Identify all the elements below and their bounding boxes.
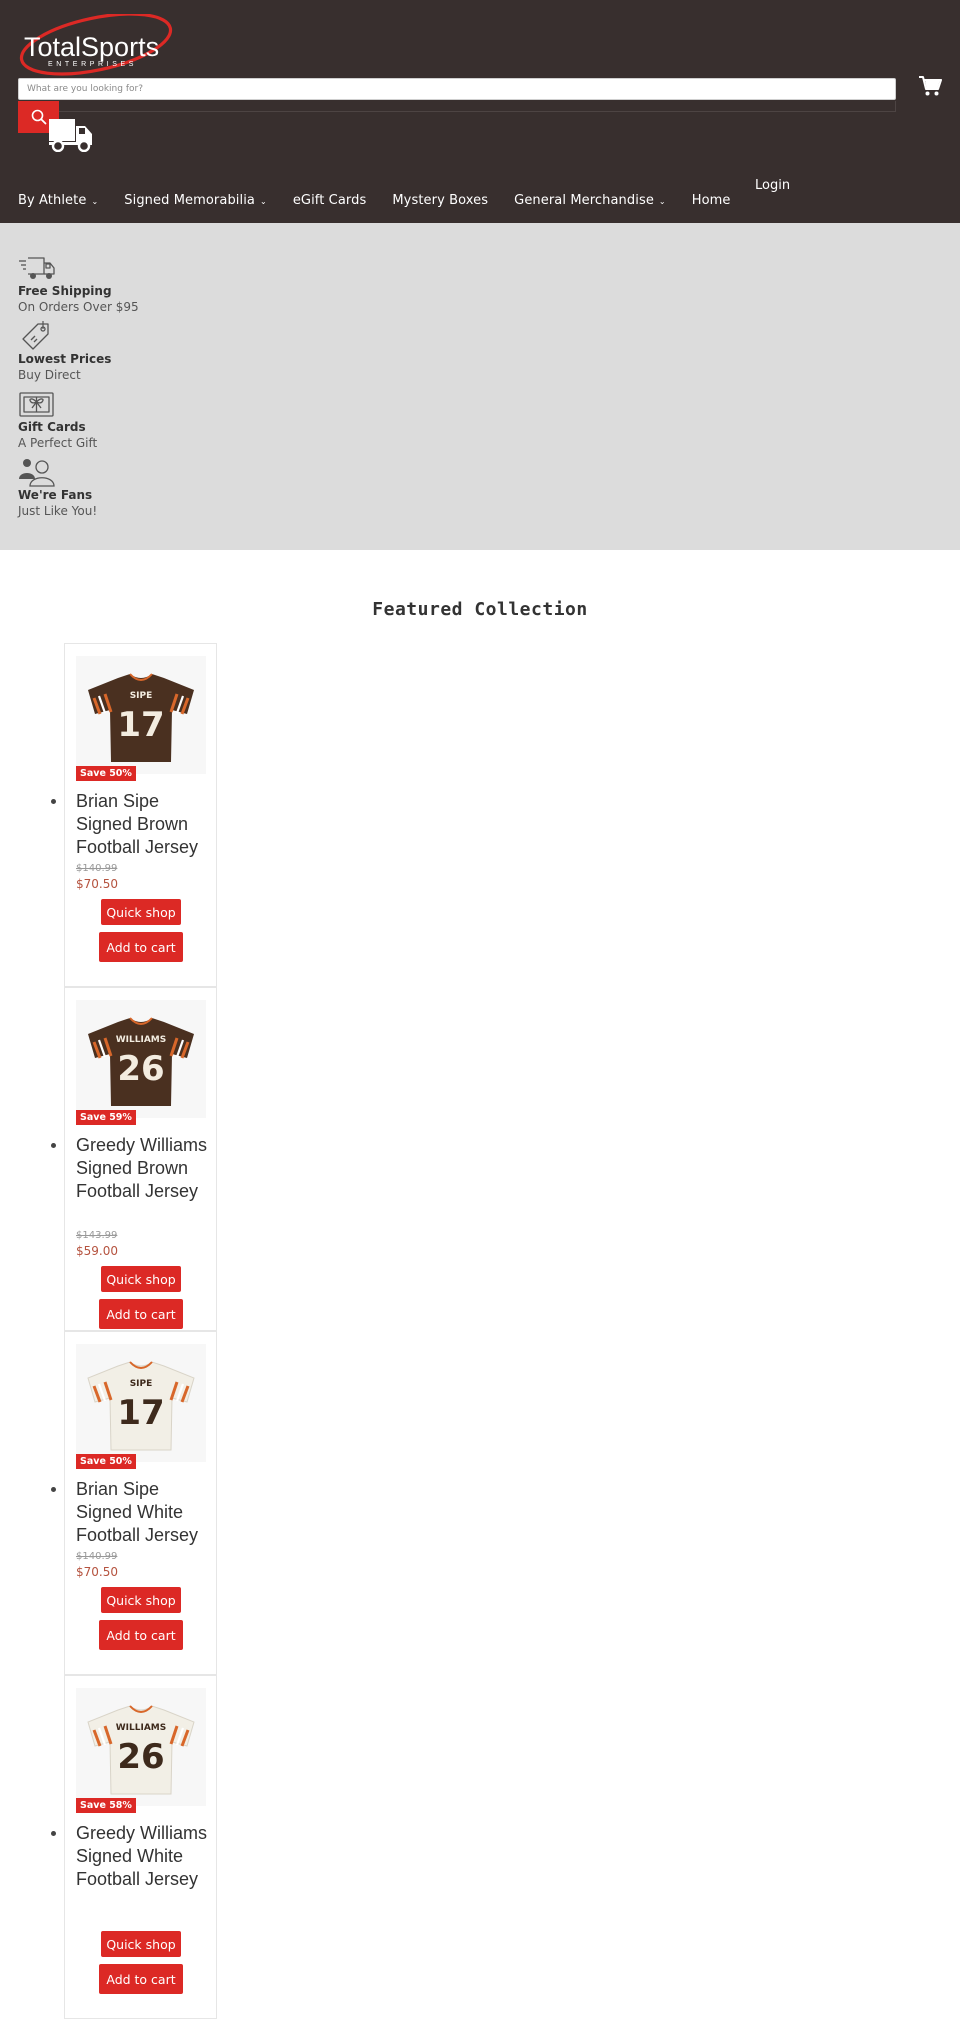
logo-wordmark: TotalSports bbox=[24, 32, 159, 62]
sale-price: $59.00 bbox=[76, 1244, 118, 1258]
nav-item-signed-memorabilia[interactable]: Signed Memorabilia ⌄ bbox=[124, 193, 267, 208]
feature-gift-cards: Gift Cards A Perfect Gift bbox=[18, 389, 218, 451]
search-icon bbox=[31, 109, 46, 125]
jersey-number-text: 17 bbox=[117, 1393, 164, 1433]
featured-collection-title: Featured Collection bbox=[372, 599, 588, 620]
product-image[interactable]: WILLIAMS 26 bbox=[76, 1688, 206, 1806]
site-logo[interactable]: TotalSports ENTERPRISES bbox=[18, 14, 174, 76]
chevron-down-icon: ⌄ bbox=[91, 196, 99, 206]
gift-card-icon bbox=[18, 389, 56, 419]
nav-item-label: Home bbox=[691, 192, 731, 208]
quick-shop-button[interactable]: Quick shop bbox=[101, 1266, 181, 1292]
feature-subtitle: On Orders Over $95 bbox=[18, 300, 139, 314]
feature-lowest-prices: Lowest Prices Buy Direct bbox=[18, 321, 218, 383]
jersey-number-text: 26 bbox=[117, 1737, 164, 1777]
feature-subtitle: Just Like You! bbox=[18, 504, 98, 518]
logo-tagline: ENTERPRISES bbox=[48, 61, 137, 68]
product-card: SIPE 17 Save 50% Brian Sipe Signed White… bbox=[51, 1331, 217, 1675]
chevron-down-icon: ⌄ bbox=[260, 196, 267, 206]
compare-at-price: $140.99 bbox=[76, 863, 118, 874]
cart-button[interactable] bbox=[918, 75, 944, 99]
feature-title: Gift Cards bbox=[18, 420, 86, 434]
jersey-image: SIPE 17 bbox=[76, 1344, 206, 1462]
jersey-name-text: SIPE bbox=[130, 1379, 153, 1389]
nav-item-label: Mystery Boxes bbox=[392, 192, 489, 208]
sale-price: $70.50 bbox=[76, 877, 118, 891]
nav-item-home[interactable]: Home bbox=[692, 193, 731, 208]
sale-badge: Save 59% bbox=[76, 1110, 136, 1125]
features-band: Free Shipping On Orders Over $95 Lowest … bbox=[0, 223, 960, 550]
sale-price: $70.50 bbox=[76, 1565, 118, 1579]
nav-item-label: Signed Memorabilia bbox=[124, 192, 255, 208]
nav-item-by-athlete[interactable]: By Athlete ⌄ bbox=[18, 193, 98, 208]
feature-title: We're Fans bbox=[18, 488, 93, 502]
nav-item-label: eGift Cards bbox=[292, 192, 367, 208]
add-to-cart-button[interactable]: Add to cart bbox=[99, 1299, 183, 1329]
search-field-frame bbox=[18, 101, 896, 112]
shipping-truck-icon bbox=[18, 253, 56, 283]
product-image[interactable]: SIPE 17 bbox=[76, 1344, 206, 1462]
nav-item-mystery-boxes[interactable]: Mystery Boxes bbox=[392, 193, 488, 208]
nav-item-general-merchandise[interactable]: General Merchandise ⌄ bbox=[514, 193, 666, 208]
main-nav: By Athlete ⌄ Signed Memorabilia ⌄ eGift Ca… bbox=[18, 189, 757, 211]
product-image[interactable]: SIPE 17 bbox=[76, 656, 206, 774]
nav-item-label: By Athlete bbox=[18, 192, 87, 208]
product-title[interactable]: Brian Sipe Signed White Football Jersey bbox=[76, 1478, 211, 1547]
login-link[interactable]: Login bbox=[755, 178, 790, 193]
add-to-cart-button[interactable]: Add to cart bbox=[99, 1964, 183, 1994]
totalsports-logo: TotalSports ENTERPRISES bbox=[19, 14, 173, 76]
feature-title: Lowest Prices bbox=[18, 352, 112, 366]
site-header: TotalSports ENTERPRISES By Athlete ⌄ bbox=[0, 0, 960, 223]
feature-were-fans: We're Fans Just Like You! bbox=[18, 457, 218, 519]
sale-badge: Save 50% bbox=[76, 1454, 136, 1469]
product-card: SIPE 17 Save 50% Brian Sipe Signed Brown… bbox=[51, 643, 217, 987]
fans-icon bbox=[18, 457, 56, 487]
jersey-image: SIPE 17 bbox=[76, 656, 206, 774]
compare-at-price: $140.99 bbox=[76, 1551, 118, 1562]
cart-icon bbox=[919, 76, 942, 96]
product-title[interactable]: Brian Sipe Signed Brown Football Jersey bbox=[76, 790, 211, 859]
add-to-cart-button[interactable]: Add to cart bbox=[99, 1620, 183, 1650]
chevron-down-icon: ⌄ bbox=[658, 196, 666, 206]
compare-at-price: $143.99 bbox=[76, 1230, 118, 1241]
jersey-name-text: WILLIAMS bbox=[116, 1035, 167, 1045]
list-bullet bbox=[51, 799, 56, 804]
product-image[interactable]: WILLIAMS 26 bbox=[76, 1000, 206, 1118]
add-to-cart-button[interactable]: Add to cart bbox=[99, 932, 183, 962]
quick-shop-button[interactable]: Quick shop bbox=[101, 899, 181, 925]
truck-icon bbox=[48, 116, 94, 152]
feature-subtitle: A Perfect Gift bbox=[18, 436, 98, 450]
jersey-image: WILLIAMS 26 bbox=[76, 1000, 206, 1118]
jersey-name-text: WILLIAMS bbox=[116, 1723, 167, 1733]
feature-subtitle: Buy Direct bbox=[18, 368, 81, 382]
nav-item-label: General Merchandise bbox=[514, 192, 654, 208]
quick-shop-button[interactable]: Quick shop bbox=[101, 1587, 181, 1613]
jersey-name-text: SIPE bbox=[130, 691, 153, 701]
product-card: WILLIAMS 26 Save 58% Greedy Williams Sig… bbox=[51, 1675, 217, 2019]
nav-item-egift-cards[interactable]: eGift Cards bbox=[293, 193, 367, 208]
feature-free-shipping: Free Shipping On Orders Over $95 bbox=[18, 253, 218, 315]
feature-title: Free Shipping bbox=[18, 284, 112, 298]
list-bullet bbox=[51, 1487, 56, 1492]
product-card: WILLIAMS 26 Save 59% Greedy Williams Sig… bbox=[51, 987, 217, 1331]
price-tag-icon bbox=[18, 321, 56, 351]
quick-shop-button[interactable]: Quick shop bbox=[101, 1931, 181, 1957]
product-title[interactable]: Greedy Williams Signed Brown Football Je… bbox=[76, 1134, 211, 1203]
sale-badge: Save 58% bbox=[76, 1798, 136, 1813]
search-input[interactable] bbox=[18, 78, 896, 100]
sale-badge: Save 50% bbox=[76, 766, 136, 781]
jersey-number-text: 17 bbox=[117, 705, 164, 745]
product-title[interactable]: Greedy Williams Signed White Football Je… bbox=[76, 1822, 211, 1891]
jersey-image: WILLIAMS 26 bbox=[76, 1688, 206, 1806]
jersey-number-text: 26 bbox=[117, 1049, 164, 1089]
list-bullet bbox=[51, 1143, 56, 1148]
list-bullet bbox=[51, 1831, 56, 1836]
